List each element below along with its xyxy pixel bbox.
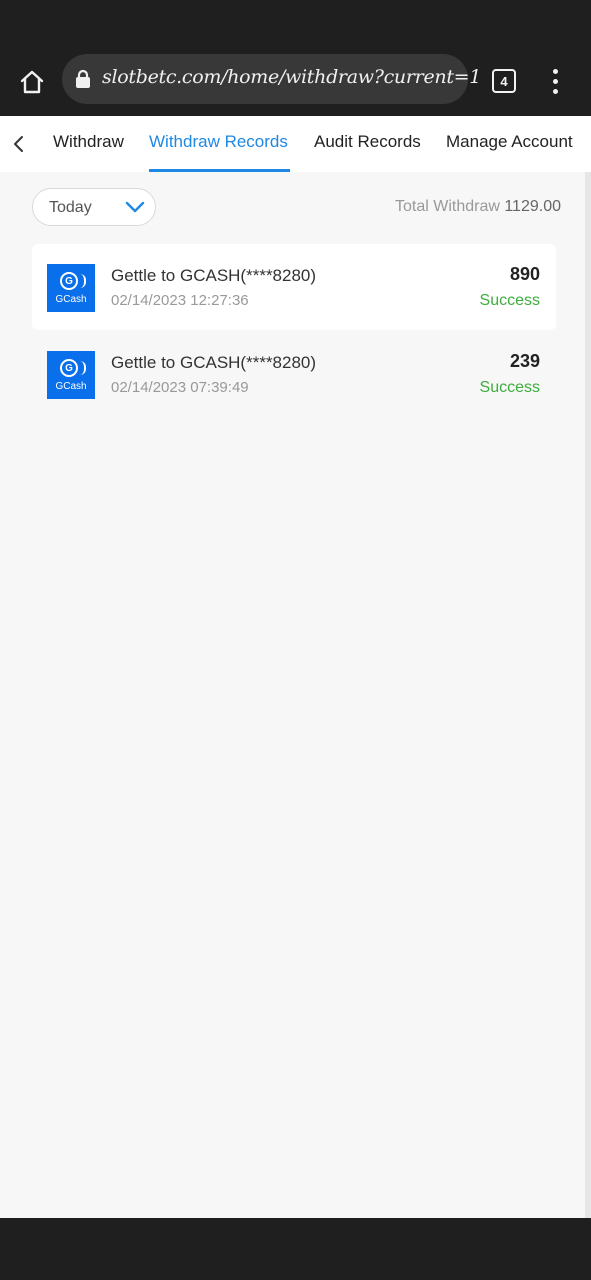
system-navigation-bar xyxy=(0,1218,591,1280)
address-bar[interactable]: slotbetc.com/home/withdraw?current=1 xyxy=(62,54,481,104)
gcash-g-mark: G xyxy=(60,359,78,377)
record-amount: 239 xyxy=(509,351,540,371)
tab-withdraw[interactable]: Withdraw xyxy=(53,116,124,172)
lock-icon xyxy=(76,69,90,88)
gcash-logo-icon: G GCash xyxy=(47,264,95,312)
record-title: Gettle to GCASH(****8280) xyxy=(111,266,317,285)
total-withdraw-label: Total Withdraw xyxy=(394,198,500,215)
total-withdraw-value: 1129.00 xyxy=(504,198,561,215)
status-bar xyxy=(0,0,591,48)
chevron-left-icon xyxy=(14,136,23,152)
gcash-logo-icon: G GCash xyxy=(47,351,95,399)
more-vert-icon xyxy=(552,68,558,74)
record-status: Success xyxy=(479,379,540,396)
gcash-logo-text: GCash xyxy=(55,294,87,305)
home-button[interactable] xyxy=(12,62,52,102)
browser-menu-button[interactable] xyxy=(540,64,570,98)
browser-toolbar: slotbetc.com/home/withdraw?current=1 4 xyxy=(0,48,591,116)
record-time: 02/14/2023 12:27:36 xyxy=(111,292,249,309)
record-time: 02/14/2023 07:39:49 xyxy=(111,379,249,396)
page-content: Withdraw Withdraw Records Audit Records … xyxy=(0,116,591,1218)
date-filter-value: Today xyxy=(49,199,92,216)
record-amount: 890 xyxy=(509,264,540,284)
tab-withdraw-records[interactable]: Withdraw Records xyxy=(149,116,290,172)
withdraw-record[interactable]: G GCash Gettle to GCASH(****8280) 02/14/… xyxy=(32,244,556,330)
record-status: Success xyxy=(479,292,540,309)
total-withdraw: Total Withdraw 1129.00 xyxy=(395,198,561,216)
withdraw-record[interactable]: G GCash Gettle to GCASH(****8280) 02/14/… xyxy=(32,331,556,417)
tab-navigation: Withdraw Withdraw Records Audit Records … xyxy=(0,116,591,172)
record-title: Gettle to GCASH(****8280) xyxy=(111,353,317,372)
tab-switcher-icon: 4 xyxy=(492,69,516,93)
url-text: slotbetc.com/home/withdraw?current=1 xyxy=(102,66,482,88)
gcash-g-mark: G xyxy=(60,272,78,290)
date-filter-select[interactable]: Today xyxy=(32,188,156,226)
home-icon xyxy=(20,70,44,94)
tab-count: 4 xyxy=(500,73,508,89)
scrollbar[interactable] xyxy=(585,172,591,1218)
tab-manage-account[interactable]: Manage Account xyxy=(446,116,573,172)
chevron-down-icon xyxy=(125,201,145,213)
gcash-logo-text: GCash xyxy=(55,381,87,392)
tab-switcher-button[interactable]: 4 xyxy=(490,67,518,95)
tab-audit-records[interactable]: Audit Records xyxy=(314,116,421,172)
back-button[interactable] xyxy=(6,130,32,158)
